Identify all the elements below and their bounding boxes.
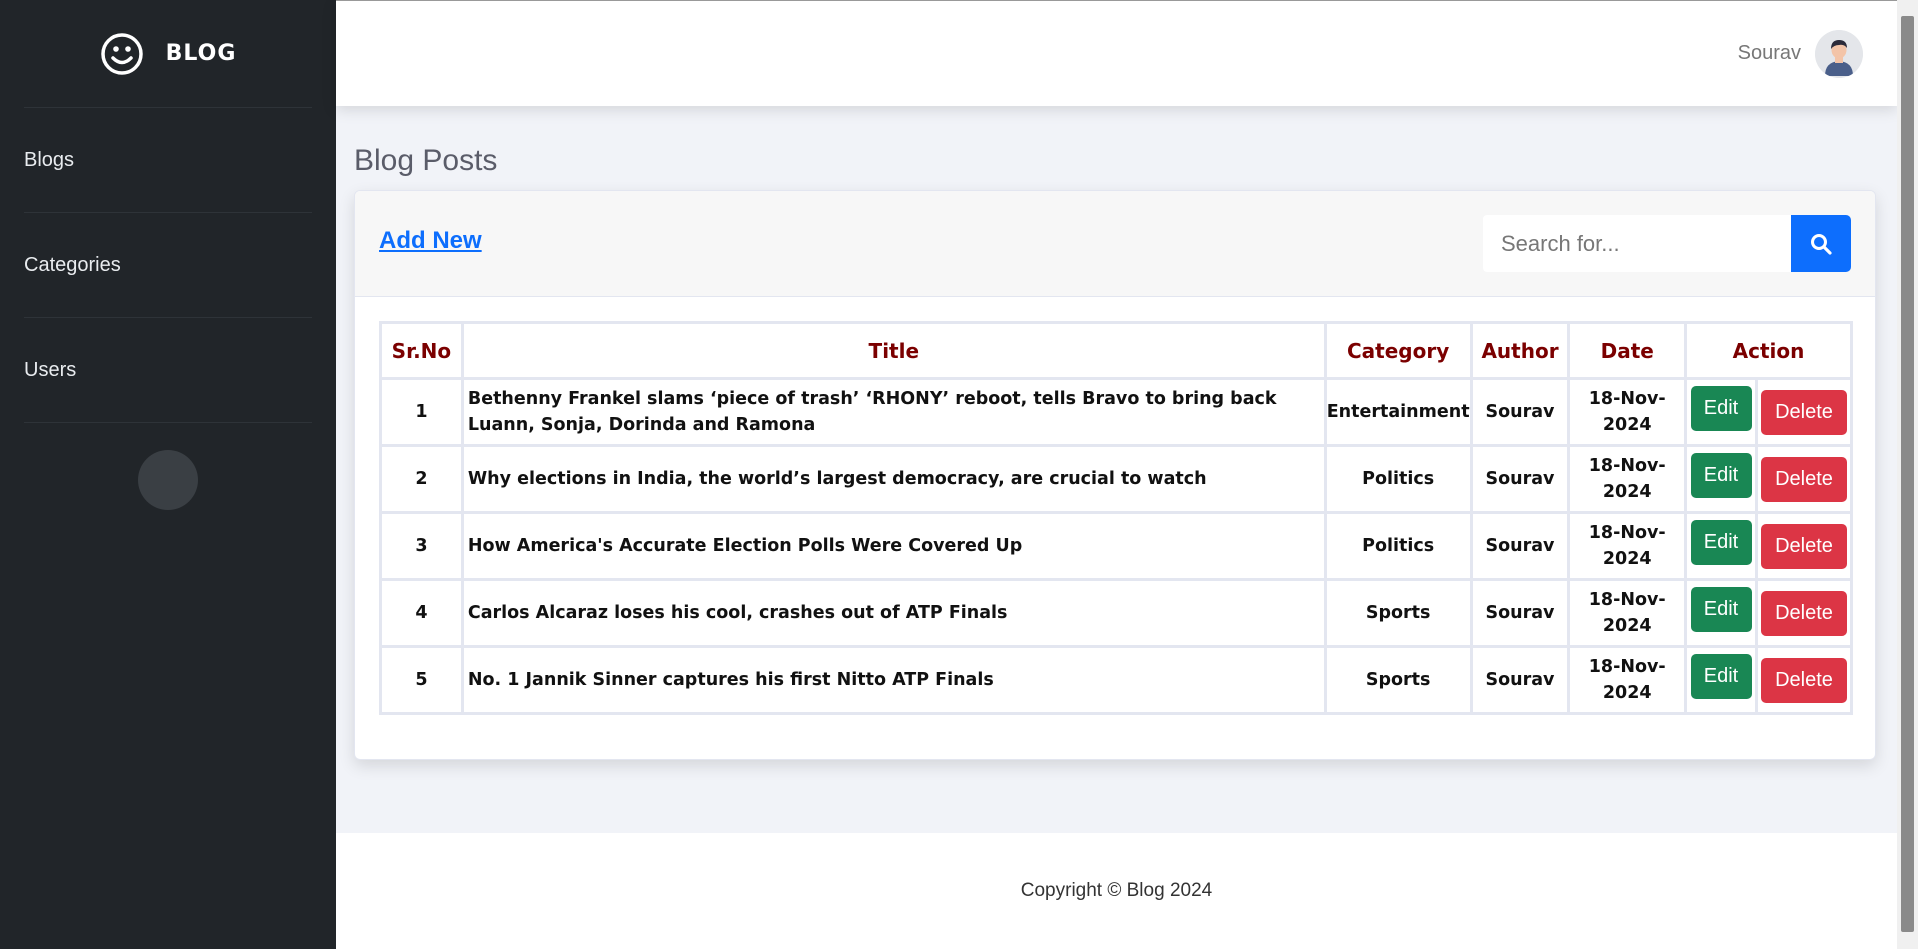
cell-delete: Delete	[1754, 578, 1854, 648]
cell-srno: 5	[379, 645, 464, 715]
sidebar-item-label: Users	[24, 358, 77, 381]
search-bar	[1483, 215, 1851, 272]
sidebar-item-users[interactable]: Users	[24, 318, 312, 423]
sidebar-toggle-button[interactable]	[138, 450, 198, 510]
user-avatar-icon	[1815, 29, 1863, 78]
cell-title: Carlos Alcaraz loses his cool, crashes o…	[460, 578, 1327, 648]
cell-srno: 3	[379, 511, 464, 581]
avatar[interactable]	[1815, 29, 1863, 78]
user-name[interactable]: Sourav	[1738, 42, 1801, 65]
edit-button[interactable]: Edit	[1690, 653, 1752, 699]
cell-edit: Edit	[1684, 578, 1758, 648]
header-author: Author	[1469, 321, 1571, 380]
cell-date: 18-Nov-2024	[1567, 511, 1688, 581]
scrollbar-thumb[interactable]	[1901, 16, 1914, 932]
cell-date: 18-Nov-2024	[1567, 578, 1688, 648]
card-header: Add New	[355, 191, 1875, 297]
search-input[interactable]	[1483, 215, 1791, 272]
header-title: Title	[460, 321, 1327, 380]
delete-button[interactable]: Delete	[1760, 523, 1847, 569]
table-row: 3 How America's Accurate Election Polls …	[379, 511, 1854, 581]
table-row: 4 Carlos Alcaraz loses his cool, crashes…	[379, 578, 1854, 648]
cell-category: Sports	[1323, 578, 1473, 648]
delete-button[interactable]: Delete	[1760, 456, 1847, 502]
cell-srno: 2	[379, 444, 464, 514]
cell-title: Why elections in India, the world’s larg…	[460, 444, 1327, 514]
cell-title: How America's Accurate Election Polls We…	[460, 511, 1327, 581]
cell-category: Entertainment	[1323, 377, 1473, 447]
cell-category: Sports	[1323, 645, 1473, 715]
cell-date: 18-Nov-2024	[1567, 645, 1688, 715]
sidebar-item-label: Blogs	[24, 148, 75, 171]
brand[interactable]: BLOG	[24, 0, 312, 108]
search-icon	[1811, 233, 1832, 255]
header-date: Date	[1567, 321, 1688, 380]
cell-title: Bethenny Frankel slams ‘piece of trash’ …	[460, 377, 1327, 447]
cell-author: Sourav	[1469, 377, 1571, 447]
edit-button[interactable]: Edit	[1690, 452, 1752, 498]
delete-button[interactable]: Delete	[1760, 657, 1847, 703]
cell-delete: Delete	[1754, 645, 1854, 715]
scrollbar[interactable]	[1897, 0, 1918, 949]
cell-date: 18-Nov-2024	[1567, 444, 1688, 514]
table-row: 1 Bethenny Frankel slams ‘piece of trash…	[379, 377, 1854, 447]
cell-date: 18-Nov-2024	[1567, 377, 1688, 447]
cell-delete: Delete	[1754, 511, 1854, 581]
edit-button[interactable]: Edit	[1690, 586, 1752, 632]
smiley-logo-icon	[100, 32, 143, 75]
sidebar-item-blogs[interactable]: Blogs	[24, 108, 312, 213]
cell-edit: Edit	[1684, 377, 1758, 447]
page-title: Blog Posts	[354, 144, 498, 177]
topbar: Sourav	[336, 0, 1897, 106]
copyright-text: Copyright © Blog 2024	[1020, 880, 1213, 901]
posts-card: Add New Sr.No Title Category	[354, 190, 1876, 760]
table-row: 2 Why elections in India, the world’s la…	[379, 444, 1854, 514]
edit-button[interactable]: Edit	[1690, 385, 1752, 431]
sidebar-item-label: Categories	[24, 253, 121, 276]
header-action: Action	[1684, 321, 1853, 380]
table-row: 5 No. 1 Jannik Sinner captures his first…	[379, 645, 1854, 715]
cell-author: Sourav	[1469, 444, 1571, 514]
sidebar: BLOG Blogs Categories Users	[0, 0, 336, 949]
header-srno: Sr.No	[379, 321, 464, 380]
cell-author: Sourav	[1469, 511, 1571, 581]
cell-category: Politics	[1323, 444, 1473, 514]
posts-table: Sr.No Title Category Author Date Action …	[379, 321, 1854, 715]
cell-srno: 1	[379, 377, 464, 447]
cell-delete: Delete	[1754, 377, 1854, 447]
edit-button[interactable]: Edit	[1690, 519, 1752, 565]
header-category: Category	[1323, 321, 1473, 380]
footer: Copyright © Blog 2024	[336, 833, 1897, 949]
cell-author: Sourav	[1469, 645, 1571, 715]
delete-button[interactable]: Delete	[1760, 590, 1847, 636]
table-header-row: Sr.No Title Category Author Date Action	[379, 321, 1853, 380]
cell-author: Sourav	[1469, 578, 1571, 648]
main-content: Blog Posts Add New Sr.No Ti	[336, 106, 1897, 833]
cell-edit: Edit	[1684, 511, 1758, 581]
cell-srno: 4	[379, 578, 464, 648]
cell-edit: Edit	[1684, 444, 1758, 514]
cell-delete: Delete	[1754, 444, 1854, 514]
cell-title: No. 1 Jannik Sinner captures his first N…	[460, 645, 1327, 715]
brand-name: BLOG	[165, 41, 237, 66]
delete-button[interactable]: Delete	[1760, 389, 1847, 435]
cell-edit: Edit	[1684, 645, 1758, 715]
cell-category: Politics	[1323, 511, 1473, 581]
add-new-link[interactable]: Add New	[379, 227, 482, 255]
search-button[interactable]	[1791, 215, 1851, 272]
sidebar-item-categories[interactable]: Categories	[24, 213, 312, 318]
